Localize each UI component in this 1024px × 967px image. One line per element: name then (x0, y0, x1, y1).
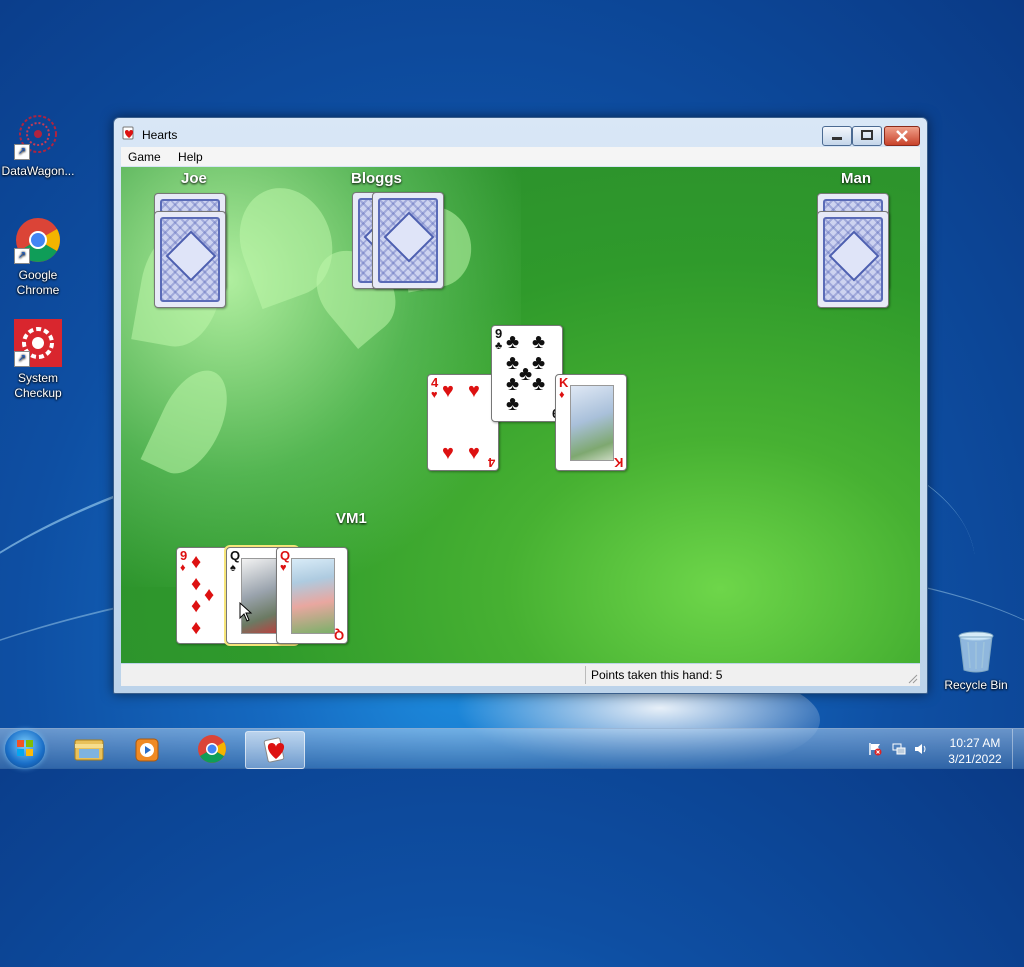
taskbar-explorer[interactable] (60, 731, 118, 767)
card-pip: ♦ (191, 595, 202, 617)
minimize-button[interactable] (822, 126, 852, 146)
system-clock[interactable]: 10:27 AM 3/21/2022 (940, 735, 1010, 767)
desktop-icon-label: System Checkup (14, 371, 62, 400)
start-button[interactable] (5, 730, 45, 768)
menu-bar: Game Help (121, 147, 920, 166)
shortcut-arrow-icon: ↗ (14, 248, 30, 264)
card-rank: Q (230, 548, 241, 563)
datawagon-icon: ↗ (14, 112, 62, 160)
card-suit: ♦ (180, 562, 186, 574)
player-name-south: VM1 (336, 510, 367, 527)
desktop-icon-label: DataWagon... (1, 164, 75, 178)
recycle-bin-icon (956, 630, 996, 674)
menu-game[interactable]: Game (121, 147, 168, 166)
card-rank: 4 (487, 455, 495, 470)
card-rank: 9 (180, 548, 188, 563)
desktop-icon-label: Google Chrome (16, 268, 60, 297)
opponent-card-back (154, 211, 226, 308)
card-rank: K (559, 375, 569, 390)
hand-card[interactable]: Q ♥ Q (276, 547, 348, 644)
player-name-east: Man (841, 170, 871, 187)
mouse-cursor-icon (239, 602, 253, 622)
taskbar-chrome[interactable] (183, 731, 241, 767)
card-pip: ♣ (506, 331, 520, 353)
title-bar[interactable]: Hearts (114, 118, 927, 146)
media-player-icon (135, 738, 159, 762)
window-title: Hearts (142, 128, 178, 142)
maximize-icon (861, 130, 873, 140)
opponent-card-back (372, 192, 444, 289)
card-pip: ♥ (442, 380, 454, 402)
card-pip: ♥ (442, 442, 454, 464)
system-checkup-icon: ↗ (14, 319, 62, 367)
resize-grip-icon[interactable] (908, 674, 918, 684)
close-button[interactable] (884, 126, 920, 146)
minimize-icon (832, 137, 842, 140)
card-face-art (570, 385, 614, 461)
clock-date: 3/21/2022 (948, 752, 1002, 766)
card-pip: ♣ (519, 363, 533, 385)
maximize-button[interactable] (852, 126, 882, 146)
action-center-flag-icon[interactable] (868, 742, 882, 756)
opponent-card-back (817, 211, 889, 308)
desktop-icon-datawagon[interactable]: ↗ DataWagon... (0, 112, 76, 179)
card-suit: ♣ (495, 340, 503, 352)
player-name-north: Bloggs (351, 170, 402, 187)
chrome-icon: ↗ (14, 216, 62, 264)
status-separator (585, 666, 586, 684)
status-bar: Points taken this hand: 5 (121, 664, 920, 686)
desktop-icon-recycle-bin[interactable]: Recycle Bin (936, 630, 1016, 693)
network-icon[interactable] (892, 742, 906, 756)
trick-card-north: 9 ♣ ♣ ♣ ♣ ♣ ♣ ♣ ♣ ♣ 9 (491, 325, 563, 422)
desktop-icon-system-checkup[interactable]: ↗ System Checkup (0, 319, 76, 401)
menu-help[interactable]: Help (171, 147, 210, 166)
shortcut-arrow-icon: ↗ (14, 144, 30, 160)
card-pip: ♣ (506, 393, 520, 415)
card-pip: ♣ (532, 331, 546, 353)
card-rank: Q (333, 628, 344, 643)
card-pip: ♣ (506, 352, 520, 374)
taskbar-hearts[interactable] (245, 731, 305, 769)
card-face-art (291, 558, 335, 634)
card-pip: ♣ (532, 352, 546, 374)
volume-icon[interactable] (914, 742, 928, 756)
card-rank: 4 (431, 375, 439, 390)
card-pip: ♣ (532, 373, 546, 395)
card-pip: ♥ (468, 380, 480, 402)
card-suit: ♥ (280, 562, 287, 574)
card-pip: ♦ (191, 573, 202, 595)
card-suit: ♦ (559, 389, 565, 401)
hearts-icon (263, 737, 285, 763)
chrome-icon (198, 735, 226, 763)
card-pip: ♦ (191, 551, 202, 573)
game-table: Joe Bloggs Man VM1 4 ♥ ♥ ♥ ♥ ♥ 4 9 ♣ ♣ ♣… (121, 167, 920, 663)
desktop-icon-google-chrome[interactable]: ↗ Google Chrome (0, 216, 76, 298)
taskbar-media-player[interactable] (118, 731, 176, 767)
taskbar: 10:27 AM 3/21/2022 (0, 728, 1024, 769)
trick-card-west: 4 ♥ ♥ ♥ ♥ ♥ 4 (427, 374, 499, 471)
desktop-icon-label: Recycle Bin (944, 678, 1008, 692)
show-desktop-button[interactable] (1012, 729, 1024, 769)
card-rank: Q (280, 548, 291, 563)
hearts-app-icon (122, 126, 134, 140)
close-icon (896, 130, 908, 142)
card-suit: ♥ (431, 389, 438, 401)
points-status: Points taken this hand: 5 (591, 668, 723, 682)
card-suit: ♠ (230, 562, 236, 574)
clock-time: 10:27 AM (949, 736, 1001, 750)
card-pip: ♣ (506, 373, 520, 395)
trick-card-east: K ♦ K (555, 374, 627, 471)
hearts-window[interactable]: Hearts Game Help Joe Bloggs Man VM1 4 ♥ … (113, 117, 928, 694)
player-name-west: Joe (181, 170, 207, 187)
shortcut-arrow-icon: ↗ (14, 351, 30, 367)
card-pip: ♥ (468, 442, 480, 464)
windows-logo-icon (17, 740, 33, 756)
card-pip: ♦ (204, 584, 215, 606)
card-pip: ♦ (191, 617, 202, 639)
card-rank: K (613, 455, 623, 470)
card-rank: 9 (495, 326, 503, 341)
explorer-icon (74, 739, 104, 761)
